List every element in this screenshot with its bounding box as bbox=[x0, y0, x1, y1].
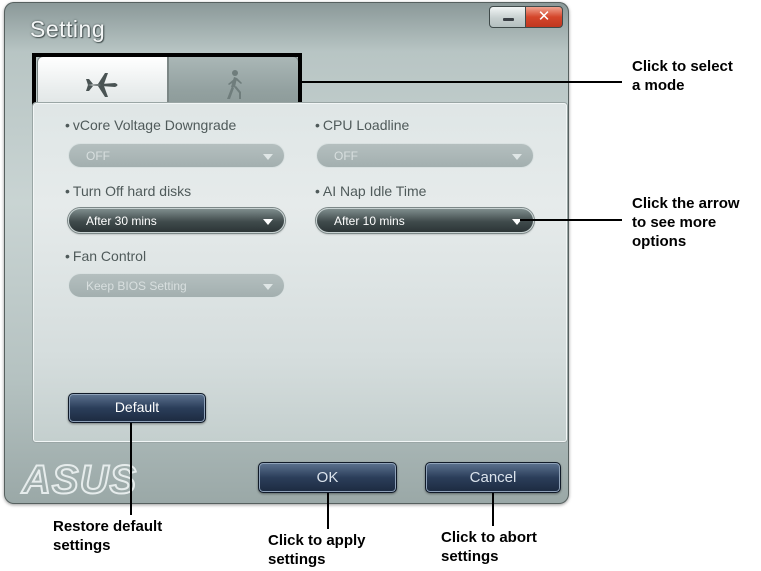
close-icon: ✕ bbox=[537, 8, 551, 25]
callout-line-mode bbox=[302, 81, 622, 83]
callout-line-apply bbox=[327, 493, 329, 529]
logo-text: ASUS bbox=[21, 458, 137, 499]
callout-select-mode: Click to select a mode bbox=[632, 58, 733, 94]
fan-label: Fan Control bbox=[65, 248, 146, 264]
vcore-label: vCore Voltage Downgrade bbox=[65, 117, 236, 133]
hdd-dropdown[interactable]: After 30 mins bbox=[68, 208, 285, 233]
fan-value: Keep BIOS Setting bbox=[86, 279, 187, 293]
minimize-button[interactable] bbox=[489, 6, 526, 28]
cpu-loadline-dropdown[interactable]: OFF bbox=[316, 143, 534, 168]
callout-line-arrow bbox=[520, 219, 622, 221]
chevron-down-icon bbox=[263, 284, 273, 290]
chevron-down-icon bbox=[512, 154, 522, 160]
close-button[interactable]: ✕ bbox=[525, 6, 563, 28]
cpu-loadline-label: CPU Loadline bbox=[315, 117, 409, 133]
chevron-down-icon bbox=[263, 219, 273, 225]
cancel-button[interactable]: Cancel bbox=[425, 462, 561, 493]
callout-apply: Click to apply settings bbox=[268, 532, 366, 568]
hdd-value: After 30 mins bbox=[86, 214, 157, 228]
vcore-value: OFF bbox=[86, 149, 110, 163]
cpu-loadline-value: OFF bbox=[334, 149, 358, 163]
default-button[interactable]: Default bbox=[68, 393, 206, 423]
hdd-label: Turn Off hard disks bbox=[65, 183, 191, 199]
callout-restore: Restore default settings bbox=[53, 518, 163, 554]
fan-dropdown[interactable]: Keep BIOS Setting bbox=[68, 273, 285, 298]
vcore-dropdown[interactable]: OFF bbox=[68, 143, 285, 168]
callout-abort: Click to abort settings bbox=[441, 529, 537, 565]
ai-nap-value: After 10 mins bbox=[334, 214, 405, 228]
ai-nap-dropdown[interactable]: After 10 mins bbox=[316, 208, 534, 233]
ai-nap-label: AI Nap Idle Time bbox=[315, 183, 427, 199]
callout-line-restore bbox=[130, 423, 132, 515]
callout-arrow: Click the arrow to see more options bbox=[632, 195, 740, 250]
airplane-icon bbox=[85, 72, 117, 97]
window-title: Setting bbox=[30, 16, 106, 42]
walking-person-icon bbox=[226, 69, 242, 99]
ok-button[interactable]: OK bbox=[258, 462, 397, 493]
chevron-down-icon bbox=[263, 154, 273, 160]
asus-logo: ASUS bbox=[20, 457, 137, 499]
callout-line-abort bbox=[492, 493, 494, 526]
